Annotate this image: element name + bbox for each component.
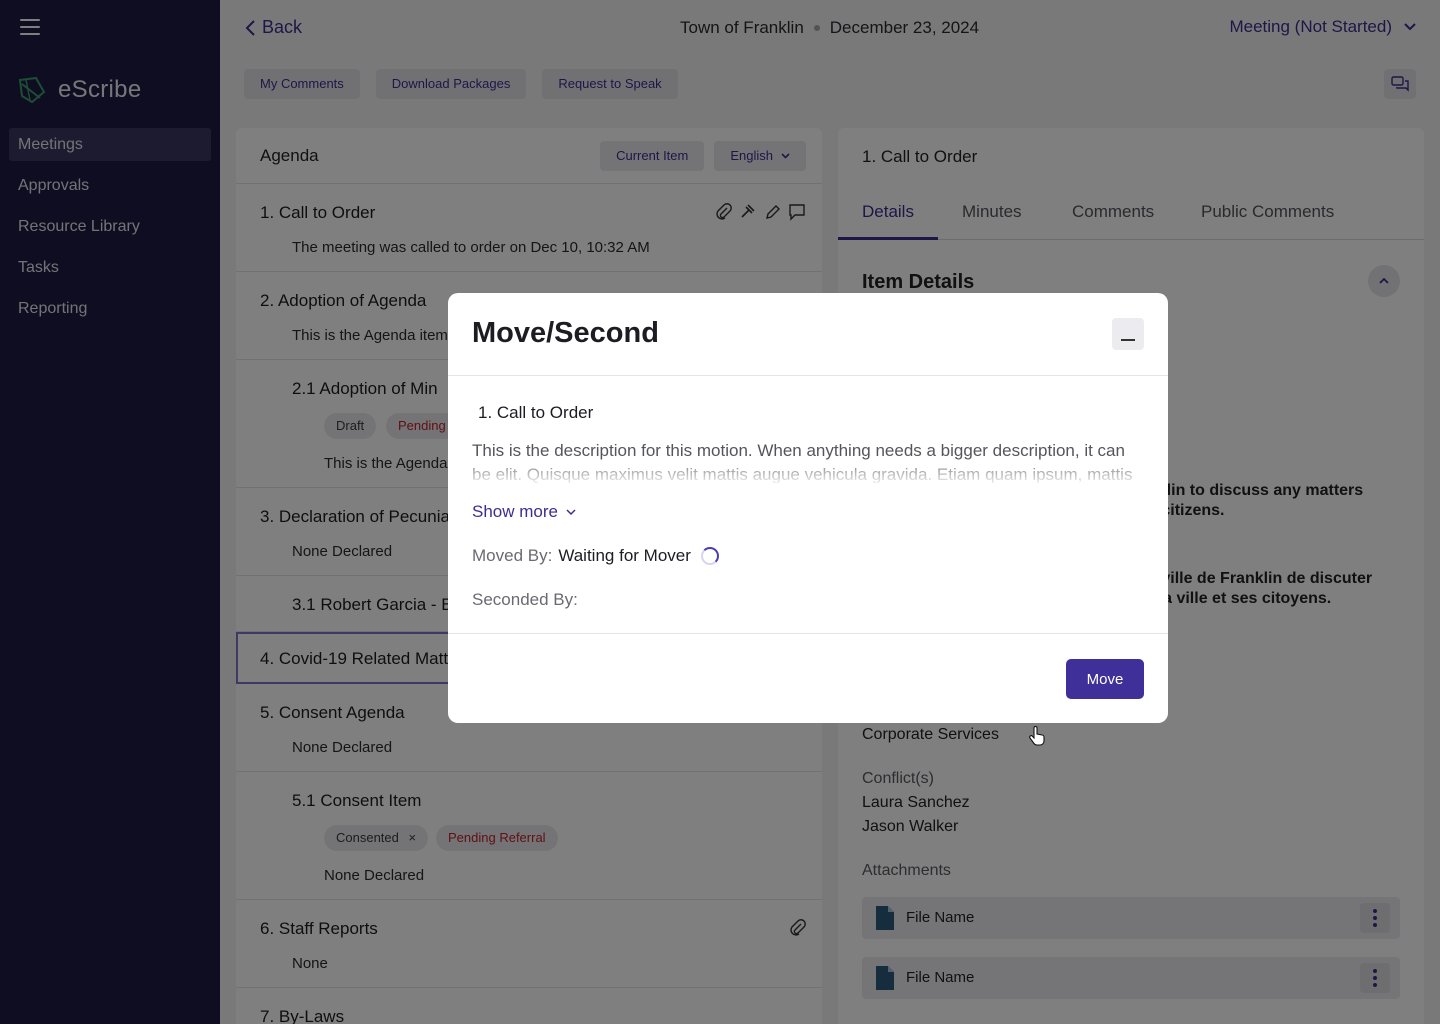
show-more-label: Show more [472,502,558,521]
move-button[interactable]: Move [1066,659,1144,699]
moved-by-row: Moved By: Waiting for Mover [472,546,719,566]
dialog-footer: Move [448,633,1168,723]
moved-by-label: Moved By: [472,546,553,565]
dialog-title: Move/Second [472,317,659,349]
chevron-down-icon [566,509,576,515]
minimize-icon [1121,339,1135,341]
move-second-dialog: Move/Second 1. Call to Order This is the… [448,293,1168,723]
moved-by-value: Waiting for Mover [558,546,691,565]
description-fade [472,461,1148,485]
pointer-hand-icon [1029,726,1045,746]
spinner-icon [700,547,719,565]
dialog-header: Move/Second [448,293,1168,376]
seconded-by-label: Seconded By: [472,590,578,609]
minimize-button[interactable] [1112,318,1144,350]
motion-item-title: 1. Call to Order [478,403,594,422]
show-more-link[interactable]: Show more [472,502,576,522]
